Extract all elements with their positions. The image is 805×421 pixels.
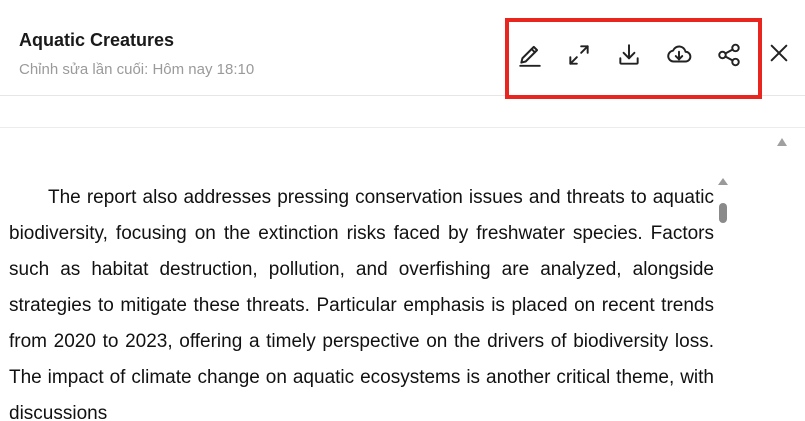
- document-scrollbar[interactable]: [716, 172, 730, 421]
- download-button[interactable]: [614, 40, 644, 70]
- document-title: Aquatic Creatures: [19, 30, 175, 50]
- viewer-scroll-up-arrow-icon[interactable]: [777, 138, 787, 146]
- pencil-icon: [519, 45, 541, 67]
- document-paragraph: The report also addresses pressing conse…: [9, 187, 714, 421]
- cloud-download-icon: [667, 45, 692, 63]
- share-button[interactable]: [714, 40, 744, 70]
- viewer-header: Aquatic Creatures Chỉnh sửa lần cuối: Hô…: [0, 0, 805, 99]
- close-button[interactable]: [764, 38, 794, 68]
- share-icon: [718, 43, 740, 67]
- viewer-scrollbar[interactable]: [773, 128, 793, 421]
- cloud-download-button[interactable]: [664, 40, 694, 70]
- action-toolbar: [505, 18, 762, 99]
- document-viewer: The report also addresses pressing conse…: [0, 127, 805, 421]
- expand-icon: [569, 45, 589, 65]
- fullscreen-button[interactable]: [564, 40, 594, 70]
- document-page: The report also addresses pressing conse…: [0, 128, 715, 421]
- close-icon: [770, 44, 788, 62]
- download-icon: [619, 44, 639, 65]
- scroll-up-arrow-icon[interactable]: [718, 178, 728, 185]
- last-edited-timestamp: Chỉnh sửa lần cuối: Hôm nay 18:10: [19, 61, 255, 78]
- scrollbar-thumb[interactable]: [719, 203, 727, 223]
- edit-button[interactable]: [515, 40, 545, 70]
